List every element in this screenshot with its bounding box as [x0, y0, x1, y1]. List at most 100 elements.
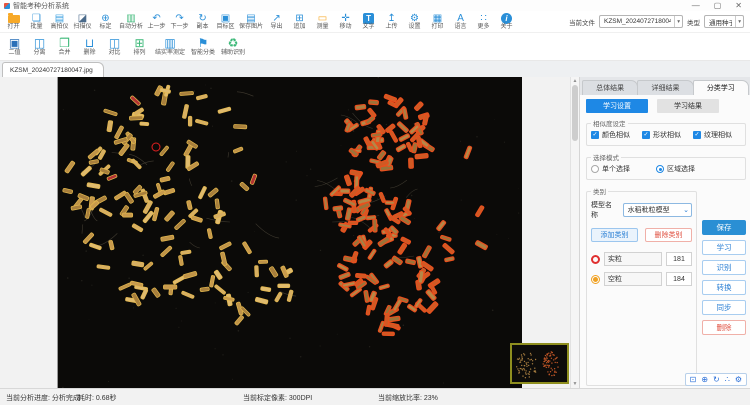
scroll-up-icon[interactable]: ▲ — [573, 77, 578, 85]
language-button[interactable]: A语言 — [451, 13, 470, 31]
move-icon: ✛ — [341, 13, 349, 24]
sync-button[interactable]: 同步 — [702, 300, 746, 315]
tab-overall-results[interactable]: 总体结果 — [582, 80, 638, 95]
scanner-button[interactable]: ◪扫描仪 — [73, 13, 92, 31]
single-select-radio[interactable]: 单个选择 — [591, 164, 630, 174]
save-button[interactable]: 保存 — [702, 220, 746, 235]
current-file-select[interactable]: KZSM_20240727180047 ▾ — [599, 15, 683, 28]
doc-camera-label: 高拍仪 — [50, 24, 68, 31]
learn-button[interactable]: 学习 — [702, 240, 746, 255]
copy-button[interactable]: ↻副本 — [193, 13, 212, 31]
undo-button[interactable]: ↶上一步 — [147, 13, 166, 31]
class-solid-grain-marker-icon[interactable] — [591, 255, 600, 264]
settings-label: 设置 — [409, 24, 421, 31]
compare-label: 对比 — [108, 50, 120, 57]
scroll-down-icon[interactable]: ▼ — [573, 380, 578, 388]
single-select-label: 单个选择 — [602, 164, 630, 174]
merge-button[interactable]: ❒合并 — [55, 37, 74, 57]
seed-image-svg[interactable] — [58, 77, 522, 388]
color-similar-checkbox[interactable]: ✓颜色相似 — [591, 130, 630, 140]
move-button[interactable]: ✛移动 — [336, 13, 355, 31]
measure-label: 测量 — [317, 24, 329, 31]
settings-button[interactable]: ⚙设置 — [405, 13, 424, 31]
image-canvas[interactable] — [0, 77, 570, 388]
seed-setting-rate-button[interactable]: ▥结实率测定 — [155, 37, 185, 57]
doc-camera-button[interactable]: ▤高拍仪 — [50, 13, 69, 31]
about-icon: i — [501, 13, 512, 24]
batch-button[interactable]: ❏批量 — [27, 13, 46, 31]
yellow-grain-cluster[interactable] — [62, 85, 296, 326]
measure-button[interactable]: ▭测量 — [313, 13, 332, 31]
class-empty-grain-marker-icon[interactable] — [591, 275, 600, 284]
measure-icon: ▭ — [318, 13, 327, 24]
maximize-button[interactable]: ▢ — [714, 1, 722, 11]
separate-button[interactable]: ◫分离 — [30, 37, 49, 57]
calibrate-button[interactable]: ⊕标定 — [96, 13, 115, 31]
texture-similar-checkbox[interactable]: ✓纹理相似 — [693, 130, 732, 140]
export-button[interactable]: ↗导出 — [267, 13, 286, 31]
append-button[interactable]: ⊞追加 — [290, 13, 309, 31]
assist-recognize-button[interactable]: ♻辅助识别 — [221, 37, 245, 57]
delete-model-button[interactable]: 删除 — [702, 320, 746, 335]
copy-icon: ↻ — [198, 13, 206, 24]
class-solid-grain-name-field[interactable]: 实粒 — [604, 252, 662, 266]
target-area-button[interactable]: ▣目标区 — [216, 13, 235, 31]
learning-settings-subtab[interactable]: 学习设置 — [586, 99, 648, 113]
target-area-icon: ▣ — [221, 13, 230, 24]
fit-screen-icon[interactable]: ⊡ — [690, 375, 697, 384]
minimize-button[interactable]: — — [692, 1, 700, 11]
close-button[interactable]: ✕ — [735, 1, 742, 11]
class-empty-grain-name-field[interactable]: 空粒 — [604, 272, 662, 286]
tab-classification-learning[interactable]: 分类学习 — [693, 80, 749, 95]
scatter-icon[interactable]: ∴ — [725, 375, 730, 384]
binarize-button[interactable]: ▣二值 — [5, 37, 24, 57]
arrange-button[interactable]: ⊞排列 — [130, 37, 149, 57]
compare-button[interactable]: ◫对比 — [105, 37, 124, 57]
upload-button[interactable]: ↥上传 — [382, 13, 401, 31]
chevron-down-icon: ⌄ — [681, 204, 691, 216]
scanner-icon: ◪ — [78, 13, 87, 24]
orange-grain-cluster[interactable] — [315, 94, 488, 335]
doc-camera-icon: ▤ — [55, 13, 64, 24]
save-image-icon: ▤ — [246, 13, 255, 24]
about-button[interactable]: i关于 — [497, 13, 516, 31]
about-label: 关于 — [501, 24, 513, 31]
print-button[interactable]: ▦打印 — [428, 13, 447, 31]
zoom-icon[interactable]: ⊕ — [701, 375, 708, 384]
redo-button[interactable]: ↷下一步 — [170, 13, 189, 31]
scrollbar-thumb[interactable] — [572, 85, 578, 141]
document-tab[interactable]: KZSM_20240727180047.jpg — [2, 62, 104, 77]
tab-detailed-results[interactable]: 详细结果 — [637, 80, 693, 95]
chevron-down-icon: ▾ — [735, 16, 743, 27]
calibrate-label: 标定 — [99, 24, 111, 31]
save-image-button[interactable]: ▤保存图片 — [239, 13, 263, 31]
overview-thumbnail[interactable] — [510, 343, 569, 384]
auto-analyze-button[interactable]: ▥自动分析 — [119, 13, 143, 31]
window-title: 智能考种分析系统 — [13, 1, 69, 11]
class-empty-grain-row: 空粒184 — [591, 272, 692, 286]
shape-similar-checkbox[interactable]: ✓形状相似 — [642, 130, 681, 140]
delete-button[interactable]: ⊔删除 — [80, 37, 99, 57]
recognize-button[interactable]: 识别 — [702, 260, 746, 275]
rotate-icon[interactable]: ↻ — [713, 375, 720, 384]
text-button[interactable]: T文字 — [359, 13, 378, 31]
delete-category-button[interactable]: 删除类别 — [645, 228, 692, 242]
language-icon: A — [457, 13, 464, 24]
canvas-scrollbar[interactable]: ▲ ▼ — [570, 77, 579, 388]
model-select[interactable]: 水稻秕粒模型 ⌄ — [623, 203, 692, 217]
type-select[interactable]: 通用种子 ▾ — [704, 15, 744, 28]
convert-button[interactable]: 转换 — [702, 280, 746, 295]
smart-classify-button[interactable]: ⚑智能分类 — [191, 37, 215, 57]
checkbox-checked-icon: ✓ — [693, 131, 701, 139]
view-settings-icon[interactable]: ⚙ — [735, 375, 742, 384]
right-panel: 总体结果详细结果分类学习 学习设置学习结果 相似度设定 ✓颜色相似✓形状相似✓纹… — [579, 77, 750, 388]
binarize-label: 二值 — [8, 50, 20, 57]
more-button[interactable]: ∷更多 — [474, 13, 493, 31]
learning-results-subtab[interactable]: 学习结果 — [657, 99, 719, 113]
add-category-button[interactable]: 添加类别 — [591, 228, 638, 242]
open-button[interactable]: 打开 — [4, 13, 23, 31]
seed-image[interactable] — [57, 77, 522, 388]
region-select-radio[interactable]: 区域选择 — [656, 164, 695, 174]
similarity-group: 相似度设定 ✓颜色相似✓形状相似✓纹理相似 — [586, 118, 746, 146]
status-zoom-ratio: 当前缩放比率: 23% — [378, 393, 438, 403]
